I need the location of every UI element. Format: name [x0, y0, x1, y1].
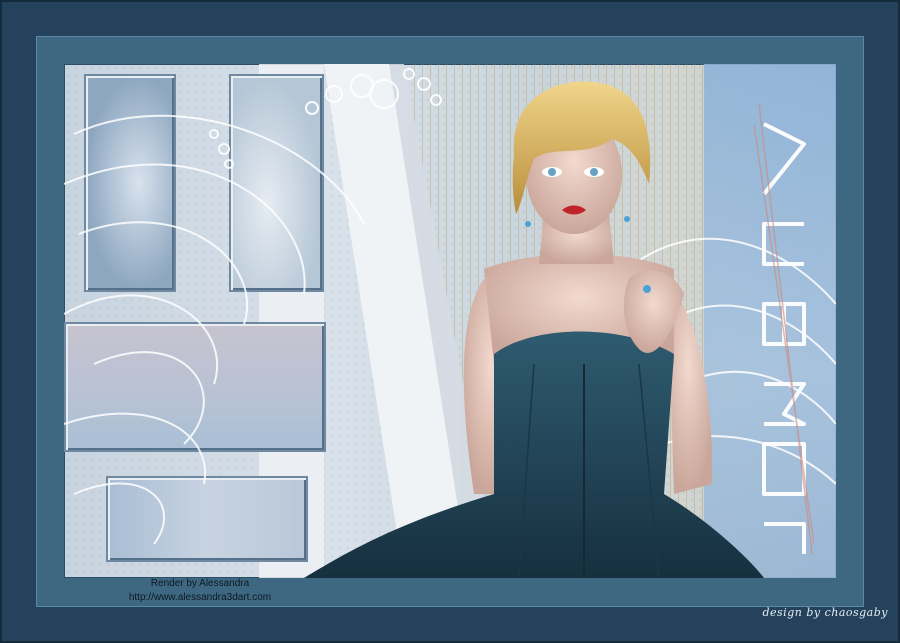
- render-credit: Render by Alessandra: [150, 578, 250, 589]
- woman-figure: [304, 81, 764, 578]
- render-url: http://www.alessandra3dart.com: [128, 592, 272, 603]
- artwork-canvas: [64, 64, 836, 578]
- designer-signature: design by chaosgaby: [762, 606, 888, 619]
